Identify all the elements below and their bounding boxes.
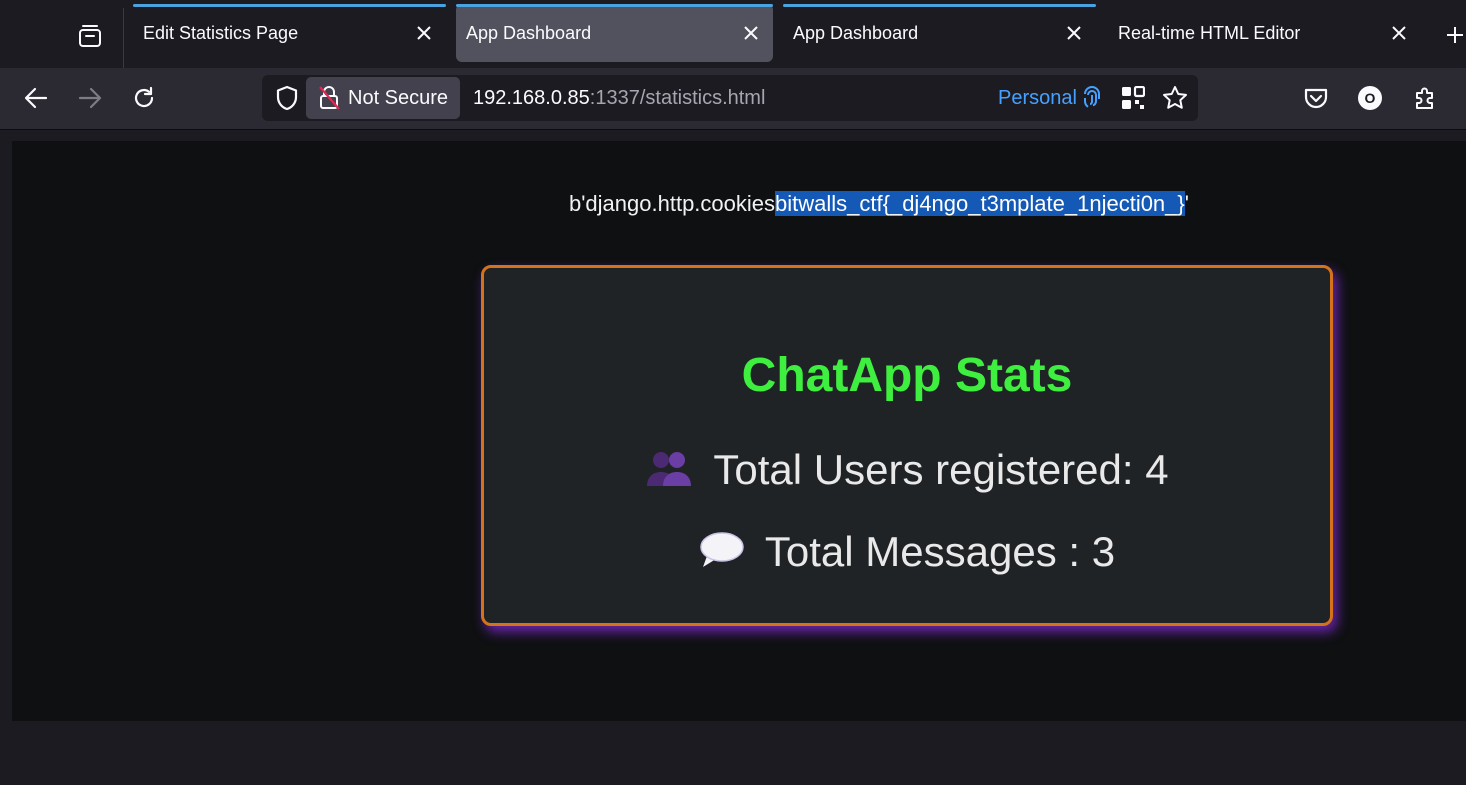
tab-app-dashboard[interactable]: App Dashboard: [783, 4, 1096, 62]
site-security-button[interactable]: Not Secure: [306, 77, 460, 119]
leak-suffix: ': [1184, 191, 1189, 216]
close-icon: [1067, 26, 1081, 40]
total-messages-text: Total Messages : 3: [764, 528, 1116, 575]
arrow-left-icon: [24, 87, 48, 109]
close-icon: [744, 26, 758, 40]
tab-label: Real-time HTML Editor: [1118, 22, 1301, 43]
tab-app-dashboard-active[interactable]: App Dashboard: [456, 4, 773, 62]
bookmark-button[interactable]: [1159, 82, 1191, 114]
tab-manager-icon: [79, 25, 101, 47]
tab-strip: Edit Statistics Page App Dashboard App D…: [0, 0, 1466, 68]
url-text[interactable]: 192.168.0.85:1337/statistics.html: [473, 87, 765, 110]
tab-edit-statistics[interactable]: Edit Statistics Page: [133, 4, 446, 62]
total-messages-row: Total Messages : 3: [484, 528, 1330, 580]
tab-indicator: [456, 4, 773, 7]
insecure-lock-icon: [319, 86, 340, 110]
qr-code-icon: [1122, 86, 1145, 109]
page-viewport: b'django.http.cookiesbitwalls_ctf{_dj4ng…: [12, 141, 1466, 721]
extensions-button[interactable]: [1405, 80, 1445, 116]
url-host: 192.168.0.85: [473, 87, 590, 109]
tracking-protection-button[interactable]: [270, 80, 304, 116]
reload-icon: [134, 86, 154, 108]
url-path: :1337/statistics.html: [589, 87, 766, 109]
close-icon: [1392, 26, 1406, 40]
tab-label: Edit Statistics Page: [143, 22, 299, 43]
reload-button[interactable]: [124, 80, 164, 116]
close-tab-button[interactable]: [1387, 21, 1411, 45]
account-button[interactable]: O: [1350, 80, 1390, 116]
stats-card: ChatApp Stats Total Users registered: 4 …: [481, 265, 1333, 626]
tab-realtime-html-editor[interactable]: Real-time HTML Editor: [1108, 4, 1421, 62]
account-avatar: O: [1358, 86, 1382, 110]
tab-separator: [123, 8, 124, 68]
shield-icon: [276, 85, 298, 111]
tab-label: App Dashboard: [793, 22, 919, 43]
not-secure-label: Not Secure: [348, 86, 449, 109]
users-icon: [645, 448, 693, 498]
total-users-text: Total Users registered: 4: [713, 446, 1169, 493]
forward-button[interactable]: [70, 80, 110, 116]
star-icon: [1163, 86, 1187, 109]
arrow-right-icon: [78, 87, 102, 109]
pocket-icon: [1304, 88, 1328, 109]
close-icon: [417, 26, 431, 40]
template-output-text: b'django.http.cookiesbitwalls_ctf{_dj4ng…: [569, 191, 1189, 217]
close-tab-button[interactable]: [739, 21, 763, 45]
tab-label: App Dashboard: [466, 22, 592, 43]
navigation-toolbar: Not Secure 192.168.0.85:1337/statistics.…: [0, 68, 1466, 130]
container-label[interactable]: Personal: [998, 87, 1077, 110]
pocket-button[interactable]: [1296, 80, 1336, 116]
tab-indicator: [133, 4, 446, 7]
total-users-row: Total Users registered: 4: [484, 446, 1330, 498]
puzzle-piece-icon: [1416, 87, 1433, 109]
back-button[interactable]: [16, 80, 56, 116]
tab-overview-button[interactable]: [62, 10, 118, 62]
new-tab-button[interactable]: [1440, 18, 1466, 52]
selected-flag-text[interactable]: bitwalls_ctf{_dj4ngo_t3mplate_1njecti0n_…: [775, 191, 1185, 216]
tab-indicator: [783, 4, 1096, 7]
fingerprint-icon: [1080, 84, 1104, 112]
close-tab-button[interactable]: [1062, 21, 1086, 45]
address-bar[interactable]: Not Secure 192.168.0.85:1337/statistics.…: [262, 75, 1198, 121]
plus-icon: [1447, 27, 1463, 43]
close-tab-button[interactable]: [412, 21, 436, 45]
leak-prefix: b'django.http.cookies: [569, 191, 776, 216]
stats-title: ChatApp Stats: [741, 349, 1073, 402]
qr-code-button[interactable]: [1117, 82, 1149, 114]
speech-bubble-icon: [699, 530, 745, 580]
